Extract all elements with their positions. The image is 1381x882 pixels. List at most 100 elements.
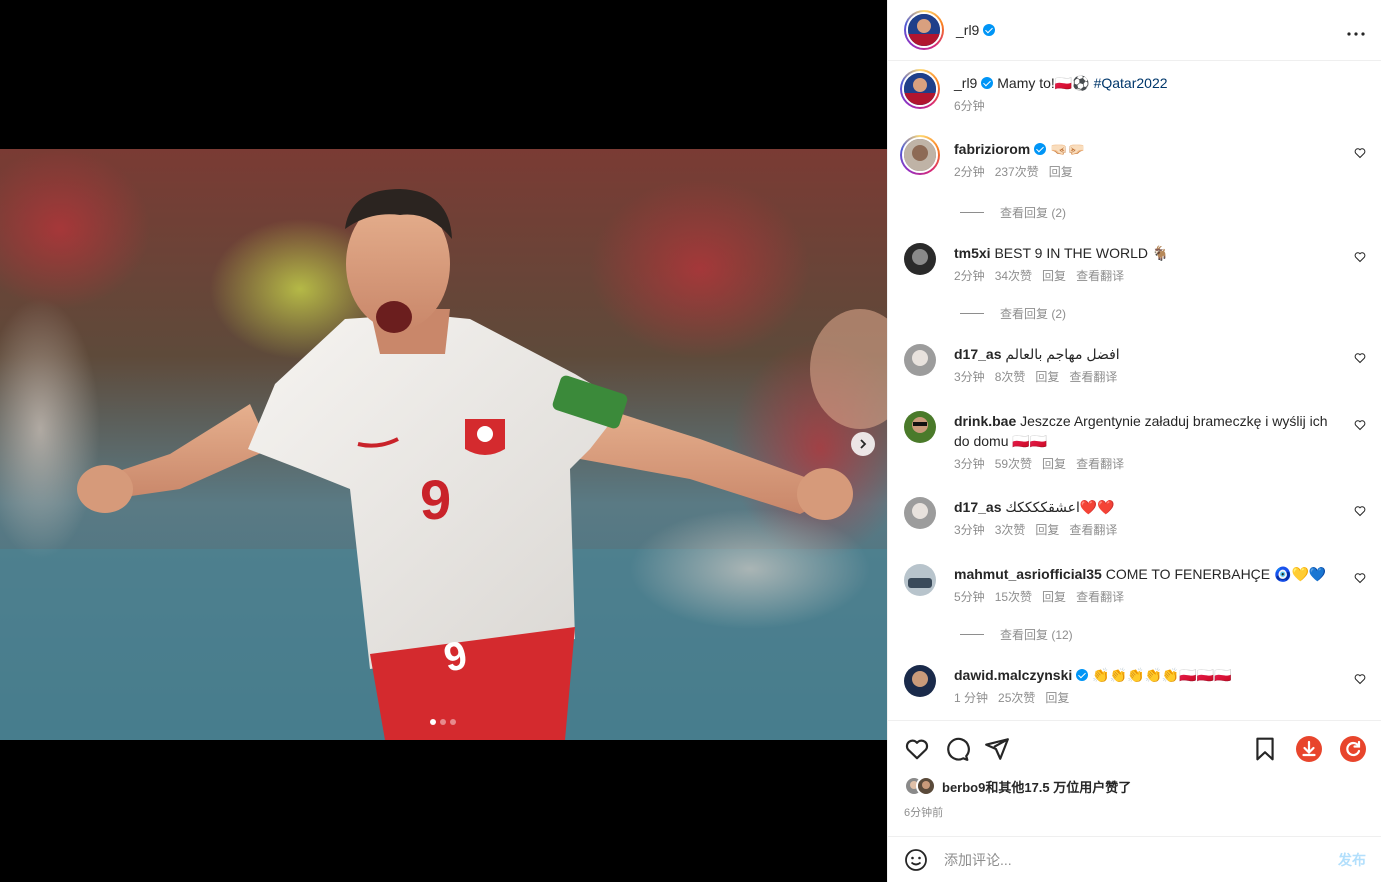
next-photo-button[interactable] [851, 432, 875, 456]
view-replies-label: 查看回复 (12) [1000, 628, 1073, 642]
comment-icon[interactable] [944, 736, 970, 762]
comment-avatar[interactable] [904, 411, 936, 443]
carousel-dot [450, 719, 456, 725]
reply-button[interactable]: 回复 [1042, 588, 1066, 605]
more-horizontal-icon [1347, 31, 1365, 36]
like-comment-heart-icon[interactable] [1354, 251, 1366, 263]
translate-button[interactable]: 查看翻译 [1076, 267, 1124, 284]
comment-username[interactable]: d17_as [954, 346, 1001, 362]
liker-avatar [916, 776, 936, 796]
comment-likes[interactable]: 15次赞 [995, 588, 1032, 605]
comment-text: افضل مهاجم بالعالم [1001, 346, 1120, 362]
save-icon[interactable] [1252, 736, 1278, 762]
comment-likes[interactable]: 8次赞 [995, 368, 1026, 385]
comment-likes[interactable]: 25次赞 [998, 689, 1035, 706]
view-replies-button[interactable]: 查看回复 (12) [960, 626, 1073, 643]
author-avatar[interactable] [904, 10, 944, 50]
refresh-icon[interactable] [1340, 736, 1366, 762]
carousel-dot [430, 719, 436, 725]
post-details-pane: _rl9 _rl9 Mamy to!🇵🇱⚽ #Qatar2022 6分钟 fab… [887, 0, 1381, 882]
like-comment-heart-icon[interactable] [1354, 419, 1366, 431]
like-comment-heart-icon[interactable] [1354, 673, 1366, 685]
reply-button[interactable]: 回复 [1035, 521, 1059, 538]
share-icon[interactable] [984, 736, 1010, 762]
carousel-dots [430, 719, 456, 725]
comment-time: 3分钟 [954, 370, 985, 384]
reply-button[interactable]: 回复 [1045, 689, 1069, 706]
comment-avatar[interactable] [900, 135, 940, 175]
comment-avatar[interactable] [904, 665, 936, 697]
like-comment-heart-icon[interactable] [1354, 147, 1366, 159]
comment-item: mahmut_asriofficial35 COME TO FENERBAHÇE… [904, 564, 1366, 605]
comment-input[interactable] [944, 851, 1338, 868]
like-icon[interactable] [904, 736, 930, 762]
download-icon[interactable] [1296, 736, 1322, 762]
svg-text:9: 9 [420, 468, 451, 531]
replies-divider [960, 313, 984, 314]
comment-time: 2分钟 [954, 269, 985, 283]
comment-item: tm5xi BEST 9 IN THE WORLD 🐐 2分钟 34次赞 回复 查看翻… [904, 243, 1366, 284]
like-comment-heart-icon[interactable] [1354, 352, 1366, 364]
comment-username[interactable]: drink.bae [954, 413, 1016, 429]
comment-avatar[interactable] [904, 243, 936, 275]
caption-avatar[interactable] [900, 69, 940, 109]
add-comment-bar: 发布 [888, 836, 1381, 882]
comment-likes[interactable]: 59次赞 [995, 455, 1032, 472]
hashtag-link[interactable]: #Qatar2022 [1094, 75, 1168, 91]
comment-avatar[interactable] [904, 564, 936, 596]
comment-time: 3分钟 [954, 523, 985, 537]
translate-button[interactable]: 查看翻译 [1076, 455, 1124, 472]
post-comment-button[interactable]: 发布 [1338, 850, 1366, 870]
reply-button[interactable]: 回复 [1049, 163, 1073, 180]
comment-username[interactable]: dawid.malczynski [954, 667, 1072, 683]
carousel-dot [440, 719, 446, 725]
comment-avatar[interactable] [904, 497, 936, 529]
comment-item: d17_as افضل مهاجم بالعالم 3分钟 8次赞 回复 查看翻译 [904, 344, 1366, 385]
comment-item: fabriziorom 🤜🏻🤛🏻 2分钟 237次赞 回复 [900, 135, 1366, 180]
comment-time: 1 分钟 [954, 691, 989, 705]
post-header: _rl9 [888, 0, 1381, 61]
comment-text: اعشقككككك❤️❤️ [1001, 499, 1115, 515]
comment-username[interactable]: d17_as [954, 499, 1001, 515]
media-pane: 9 9 [0, 0, 887, 882]
like-comment-heart-icon[interactable] [1354, 572, 1366, 584]
post-time: 6分钟前 [904, 807, 944, 819]
comment-time: 2分钟 [954, 165, 985, 179]
view-replies-button[interactable]: 查看回复 (2) [960, 204, 1066, 221]
caption-time: 6分钟 [954, 99, 985, 113]
comment-username[interactable]: tm5xi [954, 245, 991, 261]
comment-likes[interactable]: 3次赞 [995, 521, 1026, 538]
post-photo[interactable]: 9 9 [0, 149, 887, 740]
translate-button[interactable]: 查看翻译 [1076, 588, 1124, 605]
caption-username[interactable]: _rl9 [954, 75, 977, 91]
comment-time: 3分钟 [954, 457, 985, 471]
caption-text: _rl9 Mamy to!🇵🇱⚽ #Qatar2022 [954, 73, 1342, 93]
comment-likes[interactable]: 34次赞 [995, 267, 1032, 284]
comments-list: _rl9 Mamy to!🇵🇱⚽ #Qatar2022 6分钟 fabrizio… [888, 61, 1381, 720]
reply-button[interactable]: 回复 [1042, 267, 1066, 284]
replies-divider [960, 634, 984, 635]
player-celebration-image: 9 9 [0, 149, 887, 740]
like-comment-heart-icon[interactable] [1354, 505, 1366, 517]
comment-text: 👏👏👏👏👏🇵🇱🇵🇱🇵🇱 [1088, 667, 1232, 683]
post-actions: berbo9和其他17.5 万位用户赞了 6分钟前 [888, 720, 1381, 836]
emoji-icon[interactable] [904, 848, 928, 872]
verified-badge-icon [1034, 143, 1047, 155]
author-username[interactable]: _rl9 [956, 22, 979, 38]
view-replies-label: 查看回复 (2) [1000, 206, 1067, 220]
translate-button[interactable]: 查看翻译 [1069, 368, 1117, 385]
reply-button[interactable]: 回复 [1042, 455, 1066, 472]
comment-username[interactable]: fabriziorom [954, 141, 1030, 157]
verified-badge-icon [1076, 669, 1089, 681]
caption-body: Mamy to!🇵🇱⚽ [993, 75, 1094, 91]
comment-likes[interactable]: 237次赞 [995, 163, 1039, 180]
reply-button[interactable]: 回复 [1035, 368, 1059, 385]
translate-button[interactable]: 查看翻译 [1069, 521, 1117, 538]
caption: _rl9 Mamy to!🇵🇱⚽ #Qatar2022 6分钟 [900, 69, 1366, 114]
replies-divider [960, 212, 984, 213]
comment-avatar[interactable] [904, 344, 936, 376]
likes-summary[interactable]: berbo9和其他17.5 万位用户赞了 [904, 776, 1366, 796]
comment-username[interactable]: mahmut_asriofficial35 [954, 566, 1102, 582]
view-replies-button[interactable]: 查看回复 (2) [960, 305, 1066, 322]
more-options-button[interactable] [1347, 20, 1365, 41]
